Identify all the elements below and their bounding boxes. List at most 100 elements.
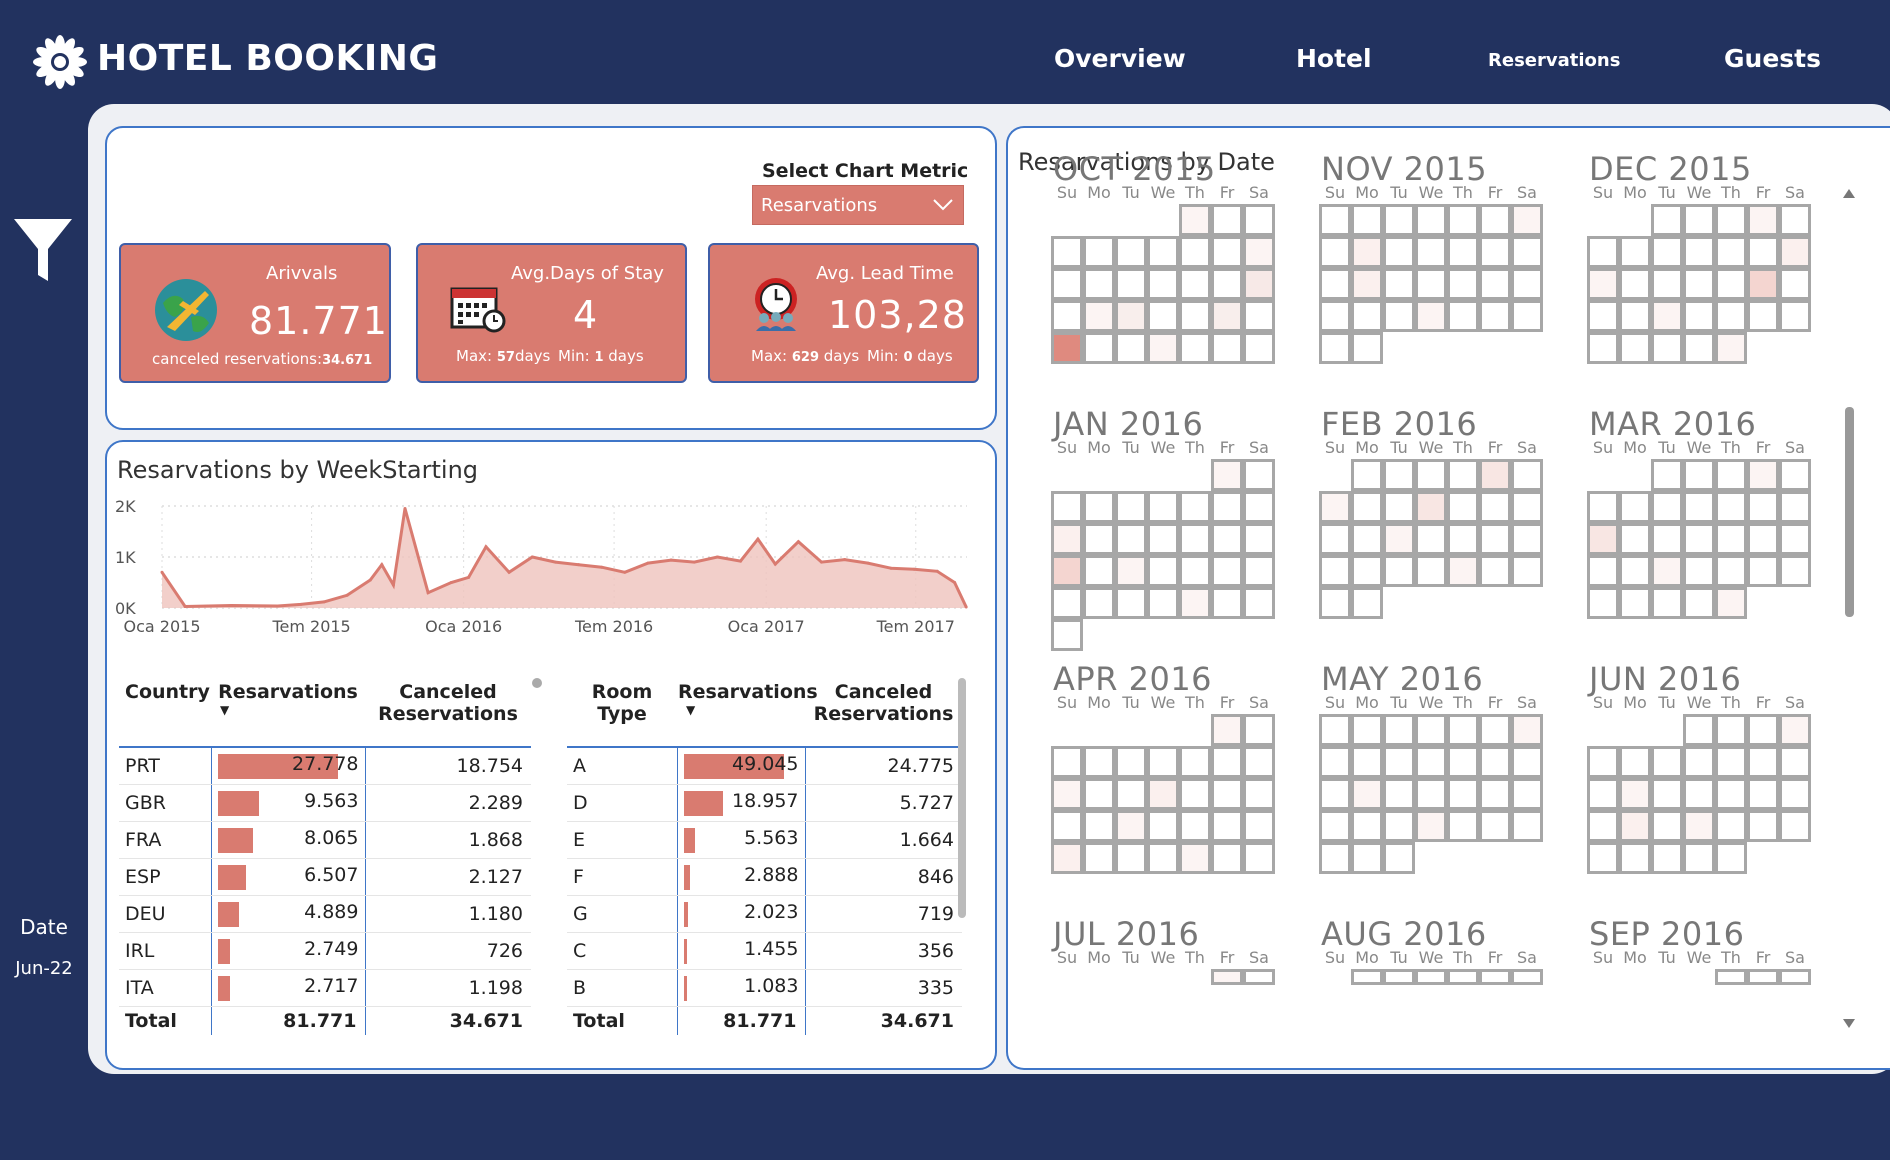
calendar-day-cell[interactable] (1683, 714, 1715, 746)
calendar-day-cell[interactable] (1179, 236, 1211, 268)
calendar-day-cell[interactable] (1083, 523, 1115, 555)
calendar-day-cell[interactable] (1211, 842, 1243, 874)
calendar-day-cell[interactable] (1683, 587, 1715, 619)
calendar-day-cell[interactable] (1319, 778, 1351, 810)
calendar-day-cell[interactable] (1587, 746, 1619, 778)
calendar-day-cell[interactable] (1511, 236, 1543, 268)
calendar-day-cell[interactable] (1319, 810, 1351, 842)
calendar-day-cell[interactable] (1115, 491, 1147, 523)
calendar-day-cell[interactable] (1683, 746, 1715, 778)
calendar-day-cell[interactable] (1211, 778, 1243, 810)
calendar-day-cell[interactable] (1383, 268, 1415, 300)
calendar-day-cell[interactable] (1083, 842, 1115, 874)
calendar-day-cell[interactable] (1511, 300, 1543, 332)
calendar-day-cell[interactable] (1715, 746, 1747, 778)
room-table-row[interactable]: F 2.888 846 (567, 858, 962, 896)
calendar-day-cell[interactable] (1179, 746, 1211, 778)
calendar-day-cell[interactable] (1747, 491, 1779, 523)
calendar-day-cell[interactable] (1747, 523, 1779, 555)
calendar-day-cell[interactable] (1051, 778, 1083, 810)
calendar-day-cell[interactable] (1447, 714, 1479, 746)
calendar-day-cell[interactable] (1243, 236, 1275, 268)
calendar-day-cell[interactable] (1715, 332, 1747, 364)
calendar-day-cell[interactable] (1243, 746, 1275, 778)
calendar-day-cell[interactable] (1479, 300, 1511, 332)
calendar-day-cell[interactable] (1779, 204, 1811, 236)
calendar-day-cell[interactable] (1051, 523, 1083, 555)
calendar-day-cell[interactable] (1319, 746, 1351, 778)
room-table-row[interactable]: D 18.957 5.727 (567, 784, 962, 822)
table-scroll-dot[interactable] (532, 678, 542, 688)
calendar-day-cell[interactable] (1383, 236, 1415, 268)
calendar-day-cell[interactable] (1619, 555, 1651, 587)
calendar-day-cell[interactable] (1619, 236, 1651, 268)
calendar-day-cell[interactable] (1147, 778, 1179, 810)
calendar-day-cell[interactable] (1351, 587, 1383, 619)
calendar-day-cell[interactable] (1179, 810, 1211, 842)
calendar-day-cell[interactable] (1651, 555, 1683, 587)
calendar-day-cell[interactable] (1479, 491, 1511, 523)
calendar-day-cell[interactable] (1211, 300, 1243, 332)
calendar-day-cell[interactable] (1779, 810, 1811, 842)
calendar-day-cell[interactable] (1511, 204, 1543, 236)
calendar-day-cell[interactable] (1747, 268, 1779, 300)
calendar-day-cell[interactable] (1383, 714, 1415, 746)
calendar-day-cell[interactable] (1147, 587, 1179, 619)
calendar-day-cell[interactable] (1447, 746, 1479, 778)
calendar-day-cell[interactable] (1587, 523, 1619, 555)
calendar-day-cell[interactable] (1479, 204, 1511, 236)
nav-guests[interactable]: Guests (1724, 44, 1821, 73)
calendar-day-cell[interactable] (1651, 778, 1683, 810)
calendar-day-cell[interactable] (1587, 300, 1619, 332)
country-table-row[interactable]: GBR 9.563 2.289 (119, 784, 531, 822)
calendar-day-cell[interactable] (1651, 746, 1683, 778)
room-type-col-header[interactable]: Room Type (567, 677, 677, 747)
calendar-day-cell[interactable] (1511, 969, 1543, 985)
calendar-day-cell[interactable] (1479, 459, 1511, 491)
calendar-day-cell[interactable] (1211, 491, 1243, 523)
calendar-day-cell[interactable] (1619, 300, 1651, 332)
calendar-day-cell[interactable] (1351, 236, 1383, 268)
filter-icon[interactable] (12, 215, 74, 285)
calendar-day-cell[interactable] (1747, 810, 1779, 842)
calendar-day-cell[interactable] (1779, 714, 1811, 746)
calendar-day-cell[interactable] (1619, 746, 1651, 778)
calendar-day-cell[interactable] (1051, 236, 1083, 268)
calendar-day-cell[interactable] (1651, 204, 1683, 236)
calendar-day-cell[interactable] (1683, 300, 1715, 332)
calendar-day-cell[interactable] (1051, 491, 1083, 523)
calendar-day-cell[interactable] (1211, 714, 1243, 746)
calendar-day-cell[interactable] (1619, 523, 1651, 555)
calendar-day-cell[interactable] (1651, 587, 1683, 619)
calendar-day-cell[interactable] (1115, 810, 1147, 842)
calendar-day-cell[interactable] (1319, 204, 1351, 236)
calendar-day-cell[interactable] (1147, 810, 1179, 842)
calendar-day-cell[interactable] (1243, 714, 1275, 746)
room-table-row[interactable]: B 1.083 335 (567, 969, 962, 1007)
calendar-day-cell[interactable] (1651, 236, 1683, 268)
calendar-day-cell[interactable] (1511, 555, 1543, 587)
calendar-day-cell[interactable] (1683, 332, 1715, 364)
calendar-day-cell[interactable] (1651, 491, 1683, 523)
nav-reservations[interactable]: Reservations (1488, 50, 1620, 71)
calendar-day-cell[interactable] (1351, 778, 1383, 810)
calendar-day-cell[interactable] (1511, 459, 1543, 491)
room-table-row[interactable]: A 49.045 24.775 (567, 747, 962, 785)
calendar-day-cell[interactable] (1619, 778, 1651, 810)
calendar-day-cell[interactable] (1447, 300, 1479, 332)
country-table-row[interactable]: IRL 2.749 726 (119, 932, 531, 970)
calendar-day-cell[interactable] (1211, 236, 1243, 268)
calendar-day-cell[interactable] (1383, 969, 1415, 985)
calendar-day-cell[interactable] (1319, 332, 1351, 364)
calendar-day-cell[interactable] (1415, 268, 1447, 300)
calendar-scrollbar[interactable] (1842, 185, 1856, 1035)
calendar-day-cell[interactable] (1319, 555, 1351, 587)
country-res-col-header[interactable]: Resarvations ▼ (211, 677, 365, 747)
calendar-day-cell[interactable] (1243, 778, 1275, 810)
calendar-day-cell[interactable] (1051, 300, 1083, 332)
calendar-day-cell[interactable] (1479, 714, 1511, 746)
calendar-day-cell[interactable] (1683, 459, 1715, 491)
calendar-day-cell[interactable] (1351, 491, 1383, 523)
calendar-day-cell[interactable] (1211, 555, 1243, 587)
calendar-day-cell[interactable] (1319, 523, 1351, 555)
